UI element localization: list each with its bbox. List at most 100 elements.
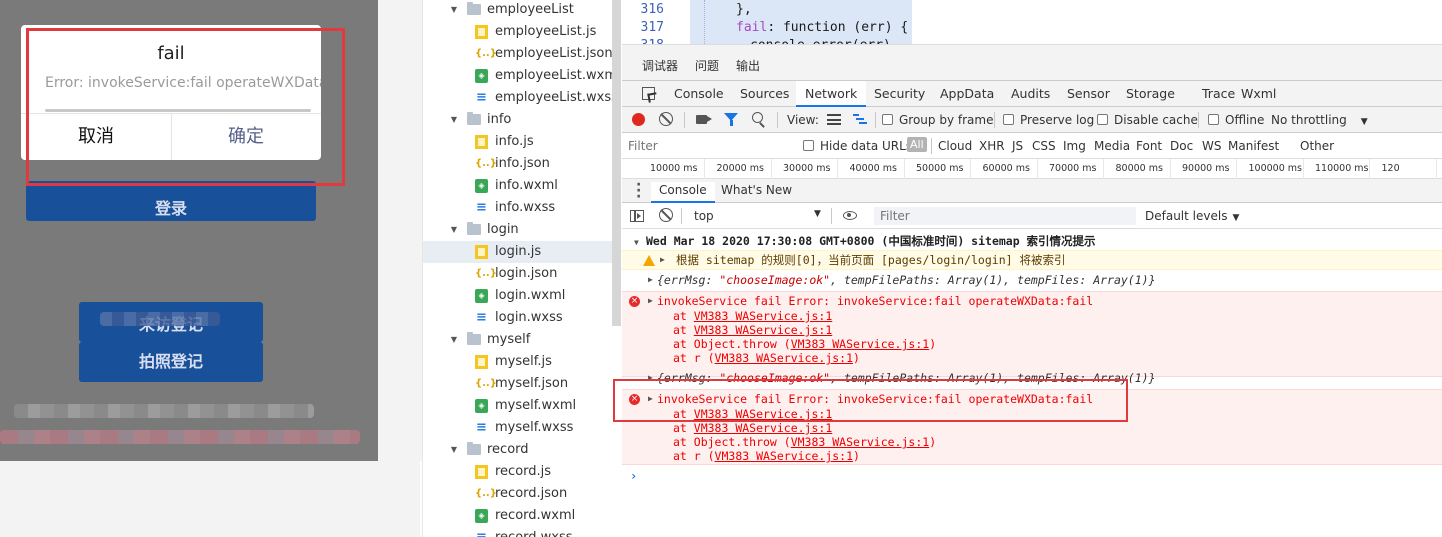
tab-console[interactable]: Console bbox=[651, 182, 715, 203]
offline-checkbox[interactable]: Offline bbox=[1208, 113, 1264, 127]
screenshot-icon[interactable] bbox=[696, 115, 712, 124]
tab-audits[interactable]: Audits bbox=[1011, 81, 1050, 107]
tab-storage[interactable]: Storage bbox=[1126, 81, 1175, 107]
console-prompt[interactable]: › bbox=[630, 469, 637, 483]
tab-whats-new[interactable]: What's New bbox=[721, 182, 792, 203]
filter-type-xhr[interactable]: XHR bbox=[979, 139, 1005, 153]
tab-network[interactable]: Network bbox=[796, 81, 867, 107]
tree-file[interactable]: {..} login.json bbox=[423, 263, 621, 285]
tree-file[interactable]: ≡ record.wxss bbox=[423, 527, 621, 537]
clear-console-icon[interactable] bbox=[659, 208, 673, 222]
stack-link[interactable]: VM383 WAService.js:1 bbox=[694, 309, 832, 323]
tree-file[interactable]: {..} info.json bbox=[423, 153, 621, 175]
filter-type-img[interactable]: Img bbox=[1063, 139, 1086, 153]
hide-data-urls-checkbox[interactable]: Hide data URLs bbox=[803, 139, 912, 153]
tree-file[interactable]: {..} employeeList.json bbox=[423, 43, 621, 65]
tree-file[interactable]: ≡ login.wxss bbox=[423, 307, 621, 329]
tree-file[interactable]: ≡ myself.wxss bbox=[423, 417, 621, 439]
tree-file[interactable]: login.js bbox=[423, 241, 621, 263]
tab-trace[interactable]: Trace bbox=[1202, 81, 1235, 107]
tab-appdata[interactable]: AppData bbox=[940, 81, 994, 107]
stack-link[interactable]: VM383 WAService.js:1 bbox=[791, 435, 929, 449]
network-filter-input[interactable] bbox=[626, 137, 790, 155]
simulator-gutter bbox=[378, 0, 422, 461]
expand-arrow-icon[interactable]: ▶ bbox=[648, 272, 653, 288]
live-expression-icon[interactable] bbox=[843, 211, 857, 220]
inspect-element-icon[interactable] bbox=[642, 87, 655, 100]
tab-sensor[interactable]: Sensor bbox=[1067, 81, 1110, 107]
console-log[interactable]: ▶ {errMsg: "chooseImage:ok", tempFilePat… bbox=[622, 272, 1442, 290]
stack-link[interactable]: VM383 WAService.js:1 bbox=[694, 421, 832, 435]
expand-arrow-icon[interactable]: ▼ bbox=[449, 329, 459, 351]
filter-type-css[interactable]: CSS bbox=[1032, 139, 1056, 153]
tab-output[interactable]: 输出 bbox=[736, 57, 760, 74]
list-view-icon[interactable] bbox=[827, 114, 841, 125]
tree-file[interactable]: record.js bbox=[423, 461, 621, 483]
tab-wxml[interactable]: Wxml bbox=[1241, 81, 1276, 107]
stack-link[interactable]: VM383 WAService.js:1 bbox=[715, 351, 853, 365]
console-filter-input[interactable] bbox=[874, 207, 1136, 225]
tree-file[interactable]: ≡ info.wxss bbox=[423, 197, 621, 219]
tree-file[interactable]: ◈ record.wxml bbox=[423, 505, 621, 527]
expand-arrow-icon[interactable]: ▼ bbox=[449, 109, 459, 131]
expand-arrow-icon[interactable]: ▶ bbox=[660, 251, 665, 269]
tree-file[interactable]: ◈ info.wxml bbox=[423, 175, 621, 197]
expand-arrow-icon[interactable]: ▼ bbox=[449, 219, 459, 241]
filter-type-font[interactable]: Font bbox=[1136, 139, 1162, 153]
filter-type-doc[interactable]: Doc bbox=[1170, 139, 1193, 153]
filter-type-media[interactable]: Media bbox=[1094, 139, 1130, 153]
disable-cache-checkbox[interactable]: Disable cache bbox=[1097, 113, 1198, 127]
clear-icon[interactable] bbox=[659, 112, 673, 126]
stack-frame: at VM383 WAService.js:1 bbox=[673, 309, 936, 323]
tree-folder[interactable]: ▼ myself bbox=[423, 329, 621, 351]
context-select[interactable]: top ▼ bbox=[688, 207, 824, 225]
filter-all-button[interactable]: All bbox=[907, 137, 927, 152]
tree-file[interactable]: ≡ employeeList.wxss bbox=[423, 87, 621, 109]
tree-folder[interactable]: ▼ info bbox=[423, 109, 621, 131]
waterfall-view-icon[interactable] bbox=[853, 114, 867, 125]
expand-arrow-icon[interactable]: ▼ bbox=[449, 0, 459, 21]
tree-folder[interactable]: ▼ login bbox=[423, 219, 621, 241]
tree-file[interactable]: ◈ employeeList.wxml bbox=[423, 65, 621, 87]
preserve-log-checkbox[interactable]: Preserve log bbox=[1003, 113, 1094, 127]
tree-file[interactable]: employeeList.js bbox=[423, 21, 621, 43]
throttling-select[interactable]: No throttling ▼ bbox=[1271, 113, 1368, 127]
filter-type-manifest[interactable]: Manifest bbox=[1228, 139, 1279, 153]
filter-type-ws[interactable]: WS bbox=[1202, 139, 1221, 153]
stack-link[interactable]: VM383 WAService.js:1 bbox=[715, 449, 853, 463]
more-options-icon[interactable]: · · · bbox=[636, 178, 641, 204]
filter-type-other[interactable]: Other bbox=[1300, 139, 1334, 153]
tree-folder[interactable]: ▼ record bbox=[423, 439, 621, 461]
tree-file[interactable]: ◈ myself.wxml bbox=[423, 395, 621, 417]
tree-folder[interactable]: ▼ employeeList bbox=[423, 0, 621, 21]
search-icon[interactable] bbox=[752, 112, 763, 123]
tab-console[interactable]: Console bbox=[674, 81, 724, 107]
log-levels-select[interactable]: Default levels ▼ bbox=[1145, 209, 1239, 223]
tab-debugger[interactable]: 调试器 bbox=[642, 57, 679, 82]
stack-link[interactable]: VM383 WAService.js:1 bbox=[791, 337, 929, 351]
stack-link[interactable]: VM383 WAService.js:1 bbox=[694, 323, 832, 337]
record-icon[interactable] bbox=[632, 113, 645, 126]
expand-arrow-icon[interactable]: ▼ bbox=[449, 439, 459, 461]
tree-file[interactable]: {..} myself.json bbox=[423, 373, 621, 395]
filter-type-cloud[interactable]: Cloud bbox=[938, 139, 972, 153]
filter-type-js[interactable]: JS bbox=[1012, 139, 1023, 153]
group-by-frame-checkbox[interactable]: Group by frame bbox=[882, 113, 993, 127]
console-sidebar-icon[interactable] bbox=[630, 210, 644, 222]
console-group-header[interactable]: ▼ Wed Mar 18 2020 17:30:08 GMT+0800 (中国标… bbox=[622, 233, 1442, 251]
photo-register-button[interactable]: 拍照登记 bbox=[79, 342, 263, 382]
expand-arrow-icon[interactable]: ▶ bbox=[648, 296, 653, 305]
tab-sources[interactable]: Sources bbox=[740, 81, 789, 107]
login-button[interactable]: 登录 bbox=[26, 181, 316, 221]
tab-issues[interactable]: 问题 bbox=[695, 57, 719, 74]
tree-file[interactable]: ◈ login.wxml bbox=[423, 285, 621, 307]
file-tree-scrollbar[interactable] bbox=[612, 0, 621, 326]
tree-file[interactable]: info.js bbox=[423, 131, 621, 153]
tab-security[interactable]: Security bbox=[874, 81, 925, 107]
network-timeline-overview[interactable]: 10000 ms 20000 ms 30000 ms 40000 ms 50000 ms… bbox=[622, 159, 1442, 179]
code-editor[interactable]: 316 }, 317 fail: function (err) { 318 co… bbox=[622, 0, 1442, 44]
expand-arrow-icon[interactable]: ▼ bbox=[634, 235, 639, 251]
filter-icon[interactable] bbox=[724, 113, 738, 126]
tree-file[interactable]: myself.js bbox=[423, 351, 621, 373]
tree-file[interactable]: {..} record.json bbox=[423, 483, 621, 505]
